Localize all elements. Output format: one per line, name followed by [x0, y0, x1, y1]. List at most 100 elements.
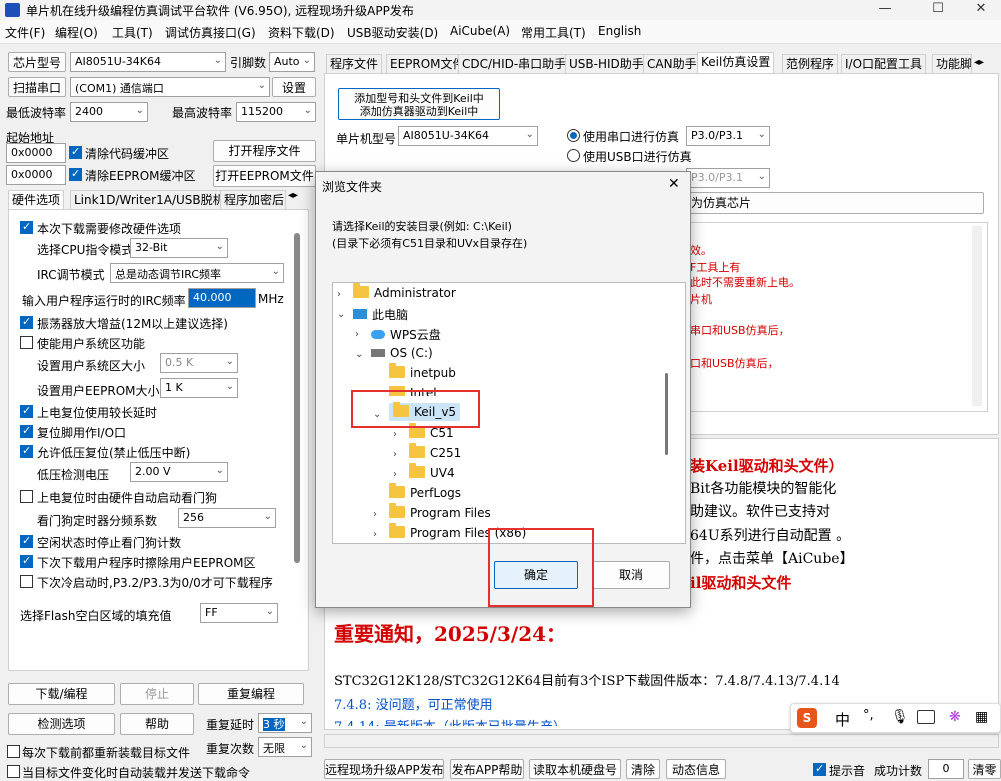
download-button[interactable]: 下载/编程 — [8, 683, 115, 705]
tree-item-os-c[interactable]: OS (C:) — [371, 346, 433, 360]
code-address-input[interactable]: 0x0000 — [6, 143, 66, 163]
clear-code-checkbox[interactable] — [69, 145, 82, 159]
scan-port-button[interactable]: 扫描串口 — [8, 77, 66, 97]
menu-file[interactable]: 文件(F) — [5, 24, 45, 41]
lvr-checkbox[interactable] — [20, 444, 33, 458]
port2-select[interactable]: P3.0/P3.1 ⌄ — [686, 168, 770, 188]
repeat-count-select[interactable]: 无限 ⌄ — [258, 737, 312, 757]
port-select[interactable]: (COM1) 通信端口 ⌄ — [70, 77, 270, 97]
osc-gain-checkbox[interactable] — [20, 315, 33, 329]
reset-io-checkbox[interactable] — [20, 424, 33, 438]
lvd-select[interactable]: 2.00 V ⌄ — [130, 462, 228, 482]
menu-debug[interactable]: 调试仿真接口(G) — [165, 24, 256, 41]
irc-freq-input[interactable]: 40.000 — [188, 288, 256, 308]
tab-eeprom-file[interactable]: EEPROM文件 — [386, 54, 469, 74]
tree-item-uv4[interactable]: UV4 — [409, 463, 455, 480]
tab-examples[interactable]: 范例程序 — [782, 54, 839, 74]
help-button[interactable]: 帮助 — [120, 713, 194, 735]
publish-help-button[interactable]: 发布APP帮助 — [450, 759, 524, 779]
eeprom-size-select[interactable]: 1 K ⌄ — [160, 378, 238, 398]
fill-select[interactable]: FF ⌄ — [200, 603, 278, 623]
irc-mode-select[interactable]: 总是动态调节IRC频率 ⌄ — [110, 263, 284, 283]
tab-can[interactable]: CAN助手 — [643, 54, 701, 74]
info-scrollbar[interactable] — [972, 226, 982, 406]
menu-tools[interactable]: 工具(T) — [112, 24, 153, 41]
skin-icon[interactable]: ❋ — [949, 709, 961, 725]
reset-count-button[interactable]: 清零 — [968, 759, 1001, 779]
sys-size-select[interactable]: 0.5 K ⌄ — [160, 353, 238, 373]
menu-download[interactable]: 资料下载(D) — [268, 24, 335, 41]
microphone-icon[interactable]: 🎙 — [891, 709, 909, 725]
tab-io-config[interactable]: I/O口配置工具 — [841, 54, 927, 74]
wdt-auto-checkbox[interactable] — [20, 490, 33, 503]
minimize-icon[interactable]: — — [862, 0, 908, 20]
auto-reload-checkbox[interactable] — [7, 765, 20, 778]
remote-publish-button[interactable]: 远程现场升级APP发布 — [324, 759, 444, 779]
check-options-button[interactable]: 检测选项 — [8, 713, 115, 735]
toolbox-icon[interactable]: ▦ — [975, 709, 988, 725]
tree-item-inetpub[interactable]: inetpub — [389, 363, 456, 380]
tree-scrollbar[interactable] — [665, 373, 668, 455]
close-icon[interactable]: ✕ — [958, 0, 1001, 20]
hw-scrollbar[interactable] — [294, 233, 300, 563]
cpu-mode-select[interactable]: 32-Bit ⌄ — [130, 238, 228, 258]
menu-common-tools[interactable]: 常用工具(T) — [521, 24, 586, 41]
clear-eeprom-checkbox[interactable] — [69, 167, 82, 181]
tab-pins[interactable]: 功能脚 — [932, 54, 972, 74]
tab-link1d[interactable]: Link1D/Writer1A/USB脱机 — [70, 190, 229, 210]
tab-program-file[interactable]: 程序文件 — [326, 54, 383, 74]
idle-stop-wdt-checkbox[interactable] — [20, 534, 33, 548]
cold-boot-checkbox[interactable] — [20, 575, 33, 588]
menu-usb-driver[interactable]: USB驱动安装(D) — [347, 24, 438, 41]
tree-item-perflogs[interactable]: PerfLogs — [389, 483, 461, 500]
beep-checkbox[interactable] — [813, 762, 826, 776]
maximize-icon[interactable]: ☐ — [915, 0, 961, 20]
menu-aicube[interactable]: AiCube(A) — [450, 24, 510, 38]
serial-port-select[interactable]: P3.0/P3.1 ⌄ — [686, 126, 770, 146]
tree-item-c251[interactable]: C251 — [409, 443, 461, 460]
add-keil-button[interactable]: 添加型号和头文件到Keil中 添加仿真器驱动到Keil中 — [338, 88, 500, 120]
dialog-close-icon[interactable]: ✕ — [668, 176, 680, 192]
keyboard-icon[interactable] — [917, 710, 935, 724]
tree-item-c51[interactable]: C51 — [409, 423, 454, 440]
max-baud-select[interactable]: 115200 ⌄ — [236, 102, 316, 122]
long-delay-checkbox[interactable] — [20, 404, 33, 418]
ime-punctuation[interactable]: °, — [863, 708, 874, 723]
ime-chinese-mode[interactable]: 中 — [835, 709, 850, 730]
tree-item-administrator[interactable]: Administrator — [353, 283, 456, 300]
chip-model-button[interactable]: 芯片型号 — [8, 52, 66, 72]
chip-model-select[interactable]: AI8051U-34K64 ⌄ — [70, 52, 226, 72]
pins-select[interactable]: Auto ⌄ — [269, 52, 315, 72]
cancel-button[interactable]: 取消 — [592, 561, 670, 589]
repeat-delay-select[interactable]: 3 秒 ⌄ — [258, 713, 312, 733]
ime-logo-icon[interactable]: S — [797, 708, 817, 728]
repeat-program-button[interactable]: 重复编程 — [198, 683, 304, 705]
tab-cdc-hid[interactable]: CDC/HID-串口助手 — [458, 54, 571, 74]
dynamic-info-button[interactable]: 动态信息 — [666, 759, 726, 779]
tree-item-wps-cloud[interactable]: WPS云盘 — [371, 326, 441, 343]
set-sim-chip-button[interactable]: 为仿真芯片 — [686, 192, 984, 214]
sys-area-checkbox[interactable] — [20, 336, 33, 349]
tab-scroll-arrows[interactable]: ◂▸ — [288, 190, 298, 201]
tab-encrypt[interactable]: 程序加密后 — [220, 190, 286, 210]
tree-item-program-files[interactable]: Program Files — [389, 503, 491, 520]
settings-button[interactable]: 设置 — [272, 77, 316, 97]
message-hscrollbar[interactable] — [324, 734, 999, 748]
erase-eeprom-checkbox[interactable] — [20, 554, 33, 568]
wdt-div-select[interactable]: 256 ⌄ — [178, 508, 276, 528]
read-disk-button[interactable]: 读取本机硬盘号 — [529, 759, 621, 779]
stop-button[interactable]: 停止 — [120, 683, 194, 705]
tab-hardware[interactable]: 硬件选项 — [8, 190, 65, 210]
mcu-model-select[interactable]: AI8051U-34K64 ⌄ — [398, 126, 538, 146]
reload-each-checkbox[interactable] — [7, 745, 20, 758]
clear-log-button[interactable]: 清除 — [626, 759, 660, 779]
usb-sim-radio[interactable] — [567, 149, 580, 162]
open-eeprom-button[interactable]: 打开EEPROM文件 — [213, 165, 316, 187]
need-modify-checkbox[interactable] — [20, 220, 33, 234]
tab-usb-hid[interactable]: USB-HID助手 — [565, 54, 648, 74]
menu-program[interactable]: 编程(O) — [55, 24, 98, 41]
serial-sim-radio[interactable] — [567, 129, 580, 142]
tree-item-this-pc[interactable]: 此电脑 — [353, 306, 408, 323]
open-program-button[interactable]: 打开程序文件 — [213, 140, 316, 162]
right-tab-scroll-arrows[interactable]: ◂▸ — [974, 57, 984, 68]
